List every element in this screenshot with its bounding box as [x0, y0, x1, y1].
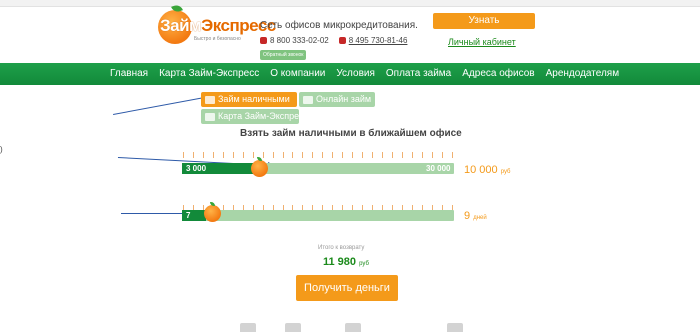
tagline: Сеть офисов микрокредитования.: [260, 20, 418, 31]
get-money-button[interactable]: Получить деньги: [296, 275, 398, 301]
nav-item-about[interactable]: О компании: [270, 68, 325, 79]
phone-icon: [338, 37, 346, 44]
main-nav: Главная Карта Займ-Экспресс О компании У…: [0, 63, 700, 85]
amount-min-label: 3 000: [186, 164, 207, 173]
nav-item-landlords[interactable]: Арендодателям: [546, 68, 620, 79]
amount-value-unit: руб: [500, 169, 511, 175]
calculator-heading: Взять займ наличными в ближайшем офисе: [240, 128, 462, 139]
term-slider-track[interactable]: [182, 210, 454, 221]
term-value-unit: дней: [473, 215, 487, 221]
term-slider-handle[interactable]: [203, 202, 221, 222]
laptop-icon: [303, 95, 313, 104]
logo[interactable]: ЗаймЭкспресс Быстро и безопасно: [158, 3, 276, 50]
phone-1-number: 8 800 333-02-02: [270, 36, 329, 45]
nav-item-payment[interactable]: Оплата займа: [386, 68, 451, 79]
amount-value-number: 10 000: [464, 164, 498, 176]
leaf-icon: [209, 202, 215, 206]
term-value-number: 9: [464, 210, 471, 222]
logo-subtitle: Быстро и безопасно: [194, 36, 241, 42]
cash-icon: [205, 95, 215, 104]
tab-card-label: Карта Займ-Экспресс: [218, 111, 309, 121]
phone-1[interactable]: 8 800 333-02-02: [260, 36, 329, 45]
term-value: 9 дней: [464, 210, 487, 222]
amount-max-label: 30 000: [426, 164, 451, 173]
logo-text: ЗаймЭкспресс: [160, 16, 276, 36]
bottom-icon-3: [345, 323, 361, 332]
phones: 8 800 333-02-02 8 495 730-81-46: [260, 36, 407, 45]
total-value: 11 980 руб: [323, 256, 369, 268]
browser-top-strip: [0, 0, 700, 7]
bottom-icons-row: [0, 323, 700, 332]
nav-item-card[interactable]: Карта Займ-Экспресс: [159, 68, 259, 79]
tab-cash-label: Займ наличными: [218, 94, 290, 104]
amount-scale-ticks: [183, 152, 453, 158]
nav-item-home[interactable]: Главная: [110, 68, 148, 79]
bottom-icon-1: [240, 323, 256, 332]
total-value-unit: руб: [359, 261, 369, 267]
amount-slider-handle[interactable]: [250, 157, 268, 177]
edge-mark: ): [0, 145, 3, 154]
total-value-number: 11 980: [323, 256, 357, 268]
callback-button[interactable]: Обратный звонок: [260, 50, 307, 60]
tab-online-loan[interactable]: Онлайн займ: [299, 92, 375, 107]
cabinet-link[interactable]: Личный кабинет: [448, 37, 516, 47]
bottom-icon-2: [285, 323, 301, 332]
card-icon: [205, 112, 215, 121]
total-label: Итого к возврату: [318, 245, 365, 251]
tab-cash-loan[interactable]: Займ наличными: [201, 92, 297, 107]
tab-online-label: Онлайн займ: [316, 94, 372, 104]
nav-item-terms[interactable]: Условия: [336, 68, 375, 79]
logo-name: Займ: [160, 16, 202, 35]
term-min-label: 7: [186, 211, 191, 220]
phone-icon: [260, 37, 267, 44]
tab-card[interactable]: Карта Займ-Экспресс: [201, 109, 308, 124]
amount-value: 10 000 руб: [464, 164, 511, 176]
phone-2-number: 8 495 730-81-46: [348, 36, 408, 45]
leaf-icon: [256, 157, 262, 161]
nav-item-offices[interactable]: Адреса офисов: [462, 68, 534, 79]
phone-2[interactable]: 8 495 730-81-46: [338, 36, 408, 45]
debt-button[interactable]: Узнать задолженность: [433, 13, 535, 42]
bottom-icon-4: [447, 323, 463, 332]
